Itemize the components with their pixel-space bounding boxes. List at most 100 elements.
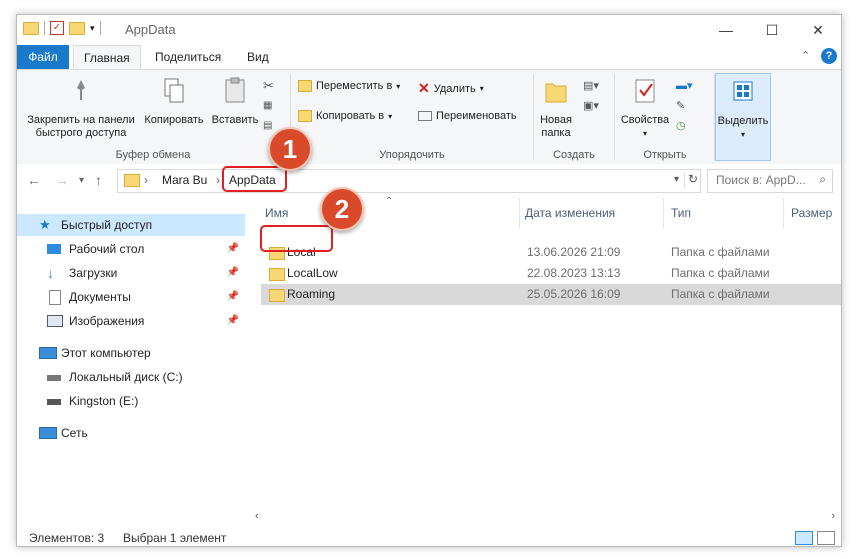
nav-label: Локальный диск (C:) bbox=[69, 370, 183, 384]
pin-icon[interactable]: 📌 bbox=[227, 262, 239, 284]
history-icon[interactable]: ◷ bbox=[676, 116, 693, 136]
select-button[interactable]: Выделить ▾ bbox=[716, 77, 770, 141]
recent-locations-icon[interactable]: ▾ bbox=[79, 175, 84, 186]
select-icon bbox=[733, 81, 753, 101]
copy-to-label: Копировать в bbox=[316, 110, 385, 122]
quick-access-toolbar: ✓ ▾ bbox=[23, 21, 101, 35]
create-group: Новая папка ▤▾ ▣▾ Создать bbox=[535, 70, 613, 164]
address-bar[interactable]: › Mara Bu › AppData ▾ ↻ bbox=[117, 169, 701, 193]
help-icon[interactable]: ? bbox=[821, 48, 837, 64]
horizontal-scrollbar[interactable]: ‹ › bbox=[249, 509, 841, 526]
properties-icon[interactable]: ✓ bbox=[50, 21, 64, 35]
refresh-icon[interactable]: ↻ bbox=[688, 172, 698, 186]
file-type: Папка с файлами bbox=[671, 266, 770, 280]
nav-desktop[interactable]: Рабочий стол 📌 bbox=[17, 238, 245, 260]
create-small-icons: ▤▾ ▣▾ bbox=[583, 76, 599, 116]
create-group-label: Создать bbox=[553, 149, 595, 161]
table-row[interactable]: Local 13.06.2026 21:09 Папка с файлами bbox=[261, 242, 841, 263]
scroll-left-icon[interactable]: ‹ bbox=[255, 510, 259, 522]
open-icon[interactable]: ▬▾ bbox=[676, 76, 693, 96]
tab-home[interactable]: Главная bbox=[73, 45, 141, 70]
pin-quick-access-button[interactable]: Закрепить на панели быстрого доступа bbox=[21, 76, 141, 140]
nav-label: Сеть bbox=[61, 426, 88, 440]
maximize-button[interactable]: ☐ bbox=[749, 15, 795, 45]
divider[interactable] bbox=[519, 198, 520, 228]
pin-icon[interactable]: 📌 bbox=[227, 238, 239, 260]
nav-drive-e[interactable]: Kingston (E:) bbox=[17, 390, 245, 412]
breadcrumb-user[interactable]: Mara Bu bbox=[162, 173, 207, 187]
tab-file[interactable]: Файл bbox=[17, 45, 69, 69]
scroll-right-icon[interactable]: › bbox=[831, 510, 835, 522]
open-group-label: Открыть bbox=[643, 149, 687, 161]
column-size[interactable]: Размер bbox=[791, 202, 832, 224]
file-date: 25.05.2026 16:09 bbox=[527, 287, 621, 301]
nav-documents[interactable]: Документы 📌 bbox=[17, 286, 245, 308]
copy-to-button[interactable]: Копировать в ▾ bbox=[298, 110, 392, 122]
rename-label: Переименовать bbox=[436, 110, 517, 122]
large-icons-view-icon[interactable] bbox=[817, 531, 835, 545]
divider bbox=[614, 74, 615, 160]
rename-button[interactable]: Переименовать bbox=[418, 110, 517, 122]
tab-share[interactable]: Поделиться bbox=[145, 45, 231, 69]
divider[interactable] bbox=[663, 198, 664, 228]
easy-access-icon[interactable]: ▣▾ bbox=[583, 96, 599, 116]
new-folder-icon[interactable] bbox=[69, 21, 85, 35]
up-arrow-icon[interactable]: ↑ bbox=[95, 172, 102, 188]
new-folder-label-1: Новая bbox=[540, 114, 572, 126]
copy-to-icon bbox=[298, 110, 312, 122]
title-bar: ✓ ▾ AppData — ☐ ✕ bbox=[17, 15, 841, 45]
nav-this-pc[interactable]: Этот компьютер bbox=[17, 342, 245, 364]
move-to-button[interactable]: Переместить в ▾ bbox=[298, 80, 400, 92]
move-to-icon bbox=[298, 80, 312, 92]
customize-toolbar-icon[interactable]: ▾ bbox=[90, 23, 95, 34]
clipboard-small-icons: ✂ ▦ ▤ bbox=[263, 76, 279, 136]
nav-downloads[interactable]: ↓ Загрузки 📌 bbox=[17, 262, 245, 284]
close-button[interactable]: ✕ bbox=[795, 15, 841, 45]
delete-button[interactable]: ✕ Удалить ▾ bbox=[418, 80, 484, 97]
collapse-ribbon-icon[interactable]: ⌃ bbox=[801, 49, 810, 62]
column-name[interactable]: Имя bbox=[265, 202, 288, 224]
minimize-button[interactable]: — bbox=[703, 15, 749, 45]
address-dropdown-icon[interactable]: ▾ bbox=[674, 174, 679, 185]
chevron-down-icon: ▾ bbox=[740, 130, 745, 139]
divider[interactable] bbox=[783, 198, 784, 228]
paste-label: Вставить bbox=[211, 114, 259, 126]
forward-arrow-icon[interactable]: → bbox=[55, 172, 69, 188]
nav-label: Загрузки bbox=[69, 266, 118, 280]
edit-icon[interactable]: ✎ bbox=[676, 96, 693, 116]
copy-button[interactable]: Копировать bbox=[141, 76, 207, 127]
copy-path-icon[interactable]: ▦ bbox=[263, 96, 279, 116]
tab-view[interactable]: Вид bbox=[237, 45, 279, 69]
file-date: 13.06.2026 21:09 bbox=[527, 245, 621, 259]
nav-pictures[interactable]: Изображения 📌 bbox=[17, 310, 245, 332]
search-icon[interactable]: ⌕ bbox=[819, 172, 826, 187]
clipboard-group: Закрепить на панели быстрого доступа Коп… bbox=[17, 70, 289, 164]
properties-icon bbox=[635, 79, 655, 103]
nav-drive-c[interactable]: Локальный диск (C:) bbox=[17, 366, 245, 388]
chevron-right-icon[interactable]: › bbox=[216, 173, 220, 187]
copy-label: Копировать bbox=[144, 114, 204, 126]
chevron-right-icon[interactable]: › bbox=[144, 173, 148, 187]
nav-quick-access[interactable]: ★ Быстрый доступ bbox=[17, 214, 245, 236]
column-date-modified[interactable]: Дата изменения bbox=[525, 202, 615, 224]
pin-icon[interactable]: 📌 bbox=[227, 286, 239, 308]
details-view-icon[interactable] bbox=[795, 531, 813, 545]
table-row[interactable]: LocalLow 22.08.2023 13:13 Папка с файлам… bbox=[261, 263, 841, 284]
select-group[interactable]: Выделить ▾ bbox=[715, 73, 771, 161]
chevron-down-icon: ▾ bbox=[642, 129, 647, 138]
nav-network[interactable]: Сеть bbox=[17, 422, 245, 444]
table-row[interactable]: Roaming 25.05.2026 16:09 Папка с файлами bbox=[261, 284, 841, 305]
search-input[interactable]: Поиск в: AppD... ⌕ bbox=[707, 169, 833, 193]
new-item-icon[interactable]: ▤▾ bbox=[583, 76, 599, 96]
divider bbox=[533, 74, 534, 160]
folder-icon bbox=[23, 21, 39, 35]
paste-button[interactable]: Вставить bbox=[207, 76, 263, 127]
column-type[interactable]: Тип bbox=[671, 202, 691, 224]
back-arrow-icon[interactable]: ← bbox=[27, 172, 41, 188]
cut-icon[interactable]: ✂ bbox=[263, 76, 279, 96]
new-folder-button[interactable]: Новая папка bbox=[535, 76, 577, 140]
divider bbox=[684, 172, 685, 188]
pin-icon[interactable]: 📌 bbox=[227, 310, 239, 332]
pictures-icon bbox=[47, 315, 63, 327]
properties-button[interactable]: Свойства ▾ bbox=[616, 76, 674, 140]
